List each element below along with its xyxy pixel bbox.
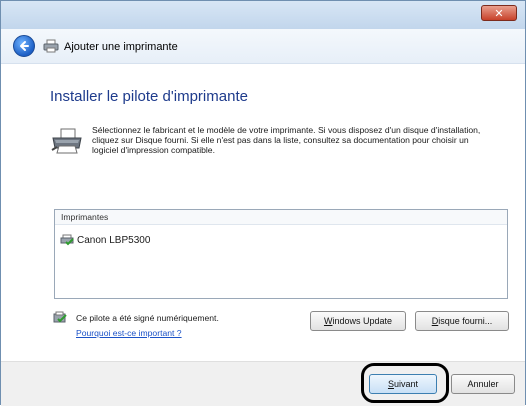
have-disk-button[interactable]: Disque fourni... [415,311,509,331]
printer-icon [51,128,82,154]
next-button[interactable]: Suivant [369,374,437,394]
instructions-text: Sélectionnez le fabricant et le modèle d… [92,125,481,155]
certified-driver-icon [53,311,67,323]
title-bar [1,1,525,29]
printer-icon [60,234,74,246]
add-printer-dialog: ✕ Ajouter une imprimante Installer le pi… [0,0,526,406]
window-title: Ajouter une imprimante [64,41,178,53]
close-icon: ✕ [494,6,504,20]
signed-driver-text: Ce pilote a été signé numériquement. [76,313,219,323]
back-button[interactable] [13,35,35,57]
list-header: Imprimantes [55,210,507,225]
list-item-canon-lbp5300[interactable]: Canon LBP5300 [58,233,152,247]
printer-icon [43,39,59,53]
windows-update-button[interactable]: Windows Update [310,311,406,331]
close-button[interactable]: ✕ [481,5,517,21]
windows-update-accesskey: W [323,316,333,326]
windows-update-label: indows Update [332,316,393,326]
cancel-button[interactable]: Annuler [451,374,515,394]
why-important-link[interactable]: Pourquoi est-ce important ? [76,328,182,338]
back-arrow-icon [20,41,29,51]
printer-list[interactable]: Imprimantes Canon LBP5300 [54,209,508,299]
cancel-label: Annuler [467,379,499,389]
page-title: Installer le pilote d'imprimante [50,88,248,105]
list-item-label: Canon LBP5300 [77,234,151,246]
next-label: uivant [393,379,419,389]
footer-bar [1,361,525,406]
have-disk-label: isque fourni... [438,316,493,326]
